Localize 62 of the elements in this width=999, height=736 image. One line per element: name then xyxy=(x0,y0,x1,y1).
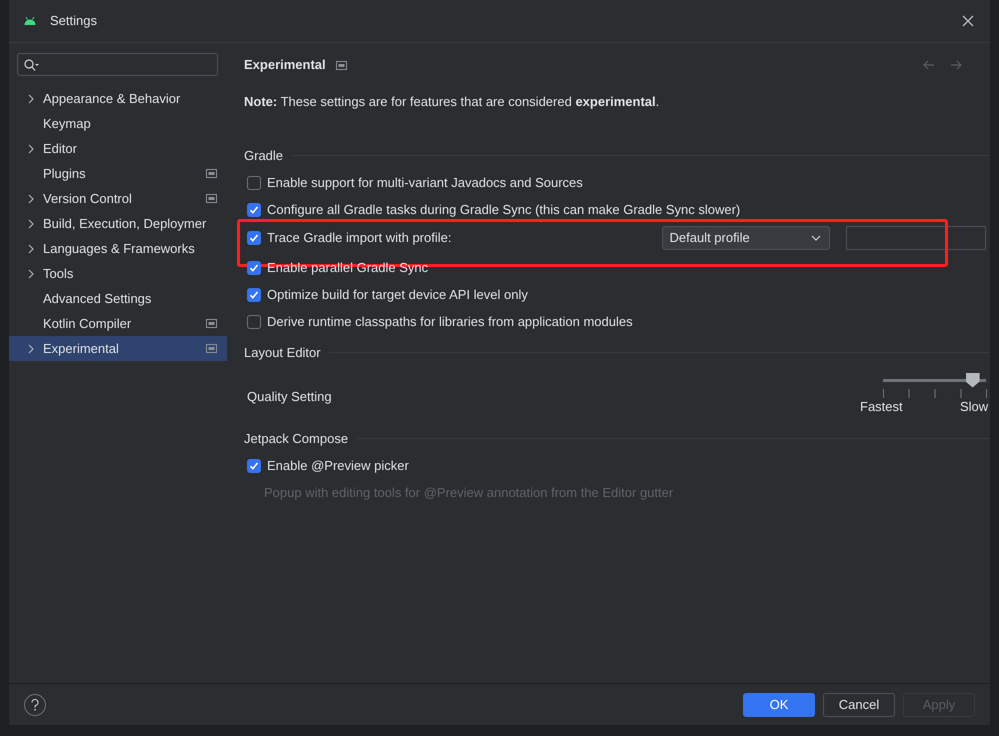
tree-item[interactable]: Tools xyxy=(9,261,227,286)
checkbox-label: Trace Gradle import with profile: xyxy=(267,229,452,248)
hint-text: Popup with editing tools for @Preview annotation from the Editor gutter xyxy=(264,484,674,502)
project-settings-icon xyxy=(206,319,217,328)
project-settings-icon xyxy=(206,194,217,203)
page-title: Experimental xyxy=(244,56,326,74)
tree-item[interactable]: Languages & Frameworks xyxy=(9,236,227,261)
chevron-down-icon xyxy=(811,235,822,241)
checkbox-label: Enable @Preview picker xyxy=(267,457,409,476)
chevron-right-icon[interactable] xyxy=(28,344,34,354)
close-icon[interactable] xyxy=(962,15,974,27)
help-icon[interactable] xyxy=(24,694,46,716)
section-heading: Layout Editor xyxy=(244,344,321,362)
checkmark-icon xyxy=(249,205,259,215)
chevron-right-icon[interactable] xyxy=(28,94,34,104)
android-icon xyxy=(24,17,36,25)
checkbox-label: Enable support for multi-variant Javadocs and Sources xyxy=(267,174,583,192)
tree-item[interactable]: Editor xyxy=(9,136,227,161)
checkbox[interactable] xyxy=(247,459,261,473)
profile-path-field[interactable] xyxy=(846,226,986,250)
checkbox[interactable] xyxy=(247,288,261,302)
dialog-button[interactable]: Cancel xyxy=(823,692,895,716)
chevron-right-icon[interactable] xyxy=(28,218,34,228)
tree-item[interactable]: Build, Execution, Deploymer xyxy=(9,211,227,236)
tree-item[interactable]: Keymap xyxy=(9,111,227,136)
tree-item[interactable]: Experimental xyxy=(9,336,227,361)
checkbox[interactable] xyxy=(247,203,261,217)
checkbox[interactable] xyxy=(247,176,261,190)
checkmark-icon xyxy=(249,263,259,273)
slider-min-label: Fastest xyxy=(860,398,903,416)
chevron-right-icon[interactable] xyxy=(28,144,34,154)
note-text: Note: These settings are for features that are considered experimental. xyxy=(244,93,660,111)
setting-label: Quality Setting xyxy=(247,388,332,406)
slider-thumb[interactable] xyxy=(966,372,980,388)
search-field[interactable] xyxy=(17,53,218,76)
chevron-right-icon[interactable] xyxy=(28,194,34,204)
slider-max-label: Slow xyxy=(960,398,988,416)
section-heading: Jetpack Compose xyxy=(244,430,348,448)
checkbox[interactable] xyxy=(247,261,261,275)
dialog-button[interactable]: OK xyxy=(743,692,815,716)
tree-item[interactable]: Advanced Settings xyxy=(9,286,227,311)
chevron-right-icon[interactable] xyxy=(28,244,34,254)
checkbox-label: Derive runtime classpaths for libraries from application modules xyxy=(267,313,633,332)
tree-item[interactable]: Version Control xyxy=(9,186,227,211)
chevron-right-icon[interactable] xyxy=(28,268,34,278)
profile-dropdown[interactable]: Default profile xyxy=(662,226,830,250)
tree-item[interactable]: Plugins xyxy=(9,161,227,186)
checkbox-label: Configure all Gradle tasks during Gradle Sync (this can make Gradle Sync slower) xyxy=(267,201,740,220)
project-settings-icon xyxy=(336,60,347,70)
search-icon xyxy=(24,58,39,70)
checkmark-icon xyxy=(249,233,259,243)
checkbox[interactable] xyxy=(247,315,261,329)
checkmark-icon xyxy=(249,290,259,300)
section-heading: Gradle xyxy=(244,146,284,164)
checkmark-icon xyxy=(249,461,259,471)
checkbox[interactable] xyxy=(247,231,261,245)
project-settings-icon xyxy=(206,344,217,353)
tree-item[interactable]: Kotlin Compiler xyxy=(9,311,227,336)
checkbox-label: Optimize build for target device API level only xyxy=(267,286,528,304)
project-settings-icon xyxy=(206,169,217,178)
window-title: Settings xyxy=(50,12,97,30)
tree-item[interactable]: Appearance & Behavior xyxy=(9,86,227,111)
